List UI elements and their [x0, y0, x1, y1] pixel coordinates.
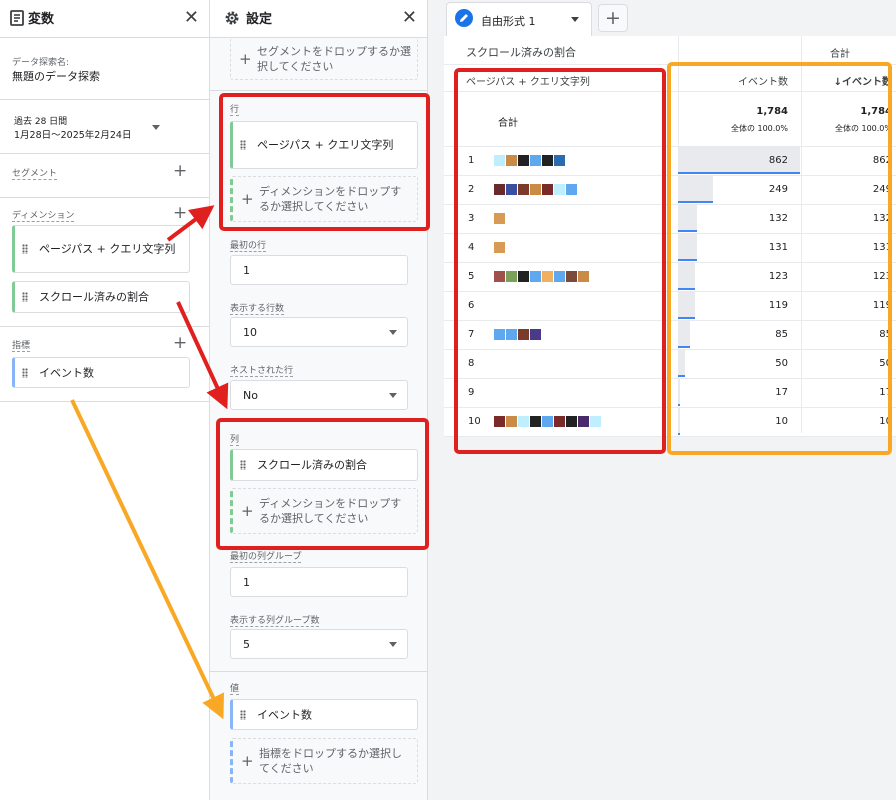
arrow-to-columns	[176, 301, 229, 410]
arrow-to-values	[70, 399, 224, 720]
annotation-arrows	[70, 205, 229, 720]
arrow-to-rows	[166, 205, 215, 242]
ga4-exploration: 変数 ✕ データ探索名: 無題のデータ探索 過去 28 日間 1月28日～202…	[0, 0, 896, 800]
